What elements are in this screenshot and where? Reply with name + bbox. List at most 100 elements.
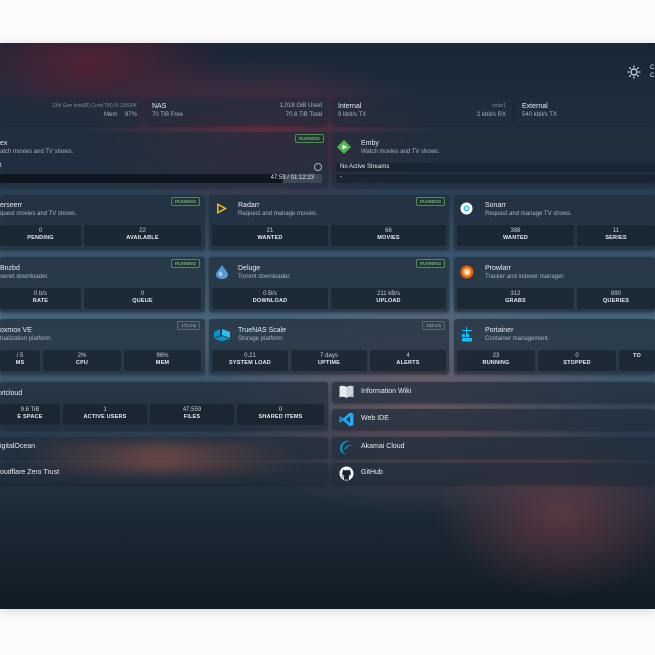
dashboard-background: C C 13th Gen Intel(R) Core(TM) i5-13500K… [0, 43, 655, 609]
plex-card[interactable]: ex atch movies and TV shows. RUNNING t 4… [0, 132, 328, 187]
truenas-desc: Storage platform. [238, 336, 285, 342]
truenas-latency-badge: 233 ms [422, 321, 445, 330]
sun-icon[interactable] [627, 65, 641, 79]
nas-title: NAS [152, 103, 167, 110]
proxmox-latency-badge: 173 ms [177, 321, 200, 330]
nextcloud-name: xtcloud [0, 390, 23, 397]
plex-name: ex [0, 140, 8, 147]
plex-progress-time: 47:59 / 01:12:23 [270, 175, 314, 181]
emby-desc: Watch movies and TV shows. [361, 149, 440, 155]
plex-stream-title: t [0, 163, 2, 169]
nextcloud-stat-files: 47,559 FILES [150, 404, 234, 425]
internal-title: Internal [338, 103, 362, 110]
overseerr-stat-available: 22 AVAILABLE [84, 225, 201, 246]
sabnzbd-stat-rate: 0 b/s RATE [0, 288, 81, 309]
plex-desc: atch movies and TV shows. [0, 149, 74, 155]
nextcloud-card[interactable]: xtcloud 9.6 TiB E SPACE 1 ACTIVE USERS 47,… [0, 382, 328, 430]
radarr-card[interactable]: Radarr Request and manage movies. RUNNIN… [209, 195, 449, 250]
bookmark-label: Information Wiki [361, 388, 412, 395]
cpu-model-label: 13th Gen Intel(R) Core(TM) i5-13500K [51, 103, 137, 109]
deluge-stat-upload: 211 kB/s UPLOAD [331, 288, 446, 309]
overseerr-name: erseerr [0, 202, 23, 209]
github-icon [339, 466, 354, 486]
external-tx: 540 kbit/s TX [522, 112, 557, 118]
portainer-icon [461, 327, 474, 342]
digitalocean-name: igitalOcean [0, 443, 36, 450]
truenas-stat-load: 0.21 SYSTEM LOAD [212, 350, 288, 371]
truenas-card[interactable]: TrueNAS Scale Storage platform. 233 ms 0… [209, 319, 449, 374]
radarr-stat-movies: 66 MOVIES [331, 225, 446, 246]
overseerr-status-badge: RUNNING [171, 197, 200, 206]
sabnzbd-stat-queue: 0 QUEUE [84, 288, 201, 309]
prowlarr-icon [460, 265, 474, 279]
truenas-name: TrueNAS Scale [238, 327, 286, 334]
deluge-icon [216, 265, 229, 279]
external-network-widget: External 540 kbit/s TX [516, 98, 655, 125]
cloudflare-card[interactable]: oudflare Zero Trust [0, 463, 328, 484]
radarr-stat-wanted: 21 WANTED [212, 225, 328, 246]
bookmark-label: Akamai Cloud [361, 443, 405, 450]
emby-streams: No Active Streams [340, 164, 390, 170]
proxmox-stat-cpu: 2% CPU [43, 350, 121, 371]
nextcloud-stat-space: 9.6 TiB E SPACE [0, 404, 60, 425]
nextcloud-stat-shared: 0 SHARED ITEMS [237, 404, 324, 425]
emby-dash: - [340, 174, 342, 180]
digitalocean-card[interactable]: igitalOcean [0, 437, 328, 458]
sonarr-desc: Request and manage TV shows. [485, 211, 572, 217]
internal-network-widget: Internal 9 kbit/s TX vmbr1 2 kbit/s RX [332, 98, 512, 125]
bookmark-information-wiki[interactable]: Information Wiki [332, 382, 655, 403]
prowlarr-stat-queries: 890 QUERIES [577, 288, 655, 309]
emby-name: Emby [361, 140, 379, 147]
internal-rx: 2 kbit/s RX [476, 112, 506, 118]
overseerr-card[interactable]: erseerr quest movies and TV shows. RUNNI… [0, 195, 205, 250]
deluge-card[interactable]: Deluge Torrent downloader. RUNNING 0 B/s… [209, 257, 449, 312]
deluge-desc: Torrent downloader. [238, 274, 291, 280]
radarr-name: Radarr [238, 202, 260, 209]
mem-label: Mem [104, 112, 118, 118]
deluge-name: Deluge [238, 265, 261, 272]
akamai-icon [339, 440, 354, 460]
bookmark-github[interactable]: GitHub [332, 463, 655, 484]
nas-used: 1,018 GiB Used [279, 103, 322, 109]
radarr-icon [215, 202, 228, 215]
info-icon[interactable] [314, 163, 322, 171]
radarr-desc: Request and manage movies. [238, 211, 318, 217]
internal-iface: vmbr1 [492, 103, 506, 109]
proxmox-desc: tualization platform. [0, 336, 53, 342]
proxmox-stat-mem: 96% MEM [124, 350, 201, 371]
overseerr-desc: quest movies and TV shows. [0, 211, 77, 217]
sonarr-stat-series: 11 SERIES [577, 225, 655, 246]
deluge-status-badge: RUNNING [416, 259, 445, 268]
header-partial-label-1: C [650, 65, 655, 71]
nextcloud-stat-users: 1 ACTIVE USERS [63, 404, 147, 425]
sabnzbd-card[interactable]: Bnzbd senet downloader. RUNNING 0 b/s RAT… [0, 257, 205, 312]
emby-icon [337, 140, 351, 154]
radarr-status-badge: RUNNING [416, 197, 445, 206]
mem-value: 97% [124, 112, 137, 118]
sonarr-name: Sonarr [485, 202, 507, 209]
prowlarr-stat-grabs: 312 GRABS [457, 288, 574, 309]
emby-streams-row: No Active Streams [336, 163, 655, 172]
portainer-card[interactable]: Portainer Container management. 23 RUNNIN… [454, 319, 655, 374]
portainer-stat-running: 23 RUNNING [457, 350, 535, 371]
resources-widget: 13th Gen Intel(R) Core(TM) i5-13500K Mem… [0, 98, 142, 125]
cloudflare-name: oudflare Zero Trust [0, 469, 60, 476]
sonarr-card[interactable]: Sonarr Request and manage TV shows. 388 W… [454, 195, 655, 250]
prowlarr-name: Prowlarr [485, 265, 512, 272]
truenas-stat-alerts: 4 ALERTS [370, 350, 446, 371]
sabnzbd-desc: senet downloader. [0, 274, 49, 280]
sabnzbd-status-badge: RUNNING [171, 259, 200, 268]
bookmark-web-ide[interactable]: Web IDE [332, 409, 655, 430]
truenas-stat-uptime: 7 days UPTIME [291, 350, 367, 371]
bookmark-akamai-cloud[interactable]: Akamai Cloud [332, 437, 655, 458]
deluge-stat-download: 0 B/s DOWNLOAD [212, 288, 328, 309]
prowlarr-card[interactable]: Prowlarr Tracker and indexer manager. 31… [454, 257, 655, 312]
overseerr-stat-pending: 0 PENDING [0, 225, 81, 246]
emby-card[interactable]: Emby Watch movies and TV shows. No Activ… [332, 132, 655, 187]
portainer-stat-stopped: 0 STOPPED [538, 350, 616, 371]
proxmox-card[interactable]: oxmox VE tualization platform. 173 ms / … [0, 319, 205, 374]
truenas-icon [214, 328, 230, 341]
plex-progress-fill [0, 174, 284, 183]
proxmox-name: oxmox VE [0, 327, 32, 334]
bookmark-label: GitHub [361, 469, 383, 476]
